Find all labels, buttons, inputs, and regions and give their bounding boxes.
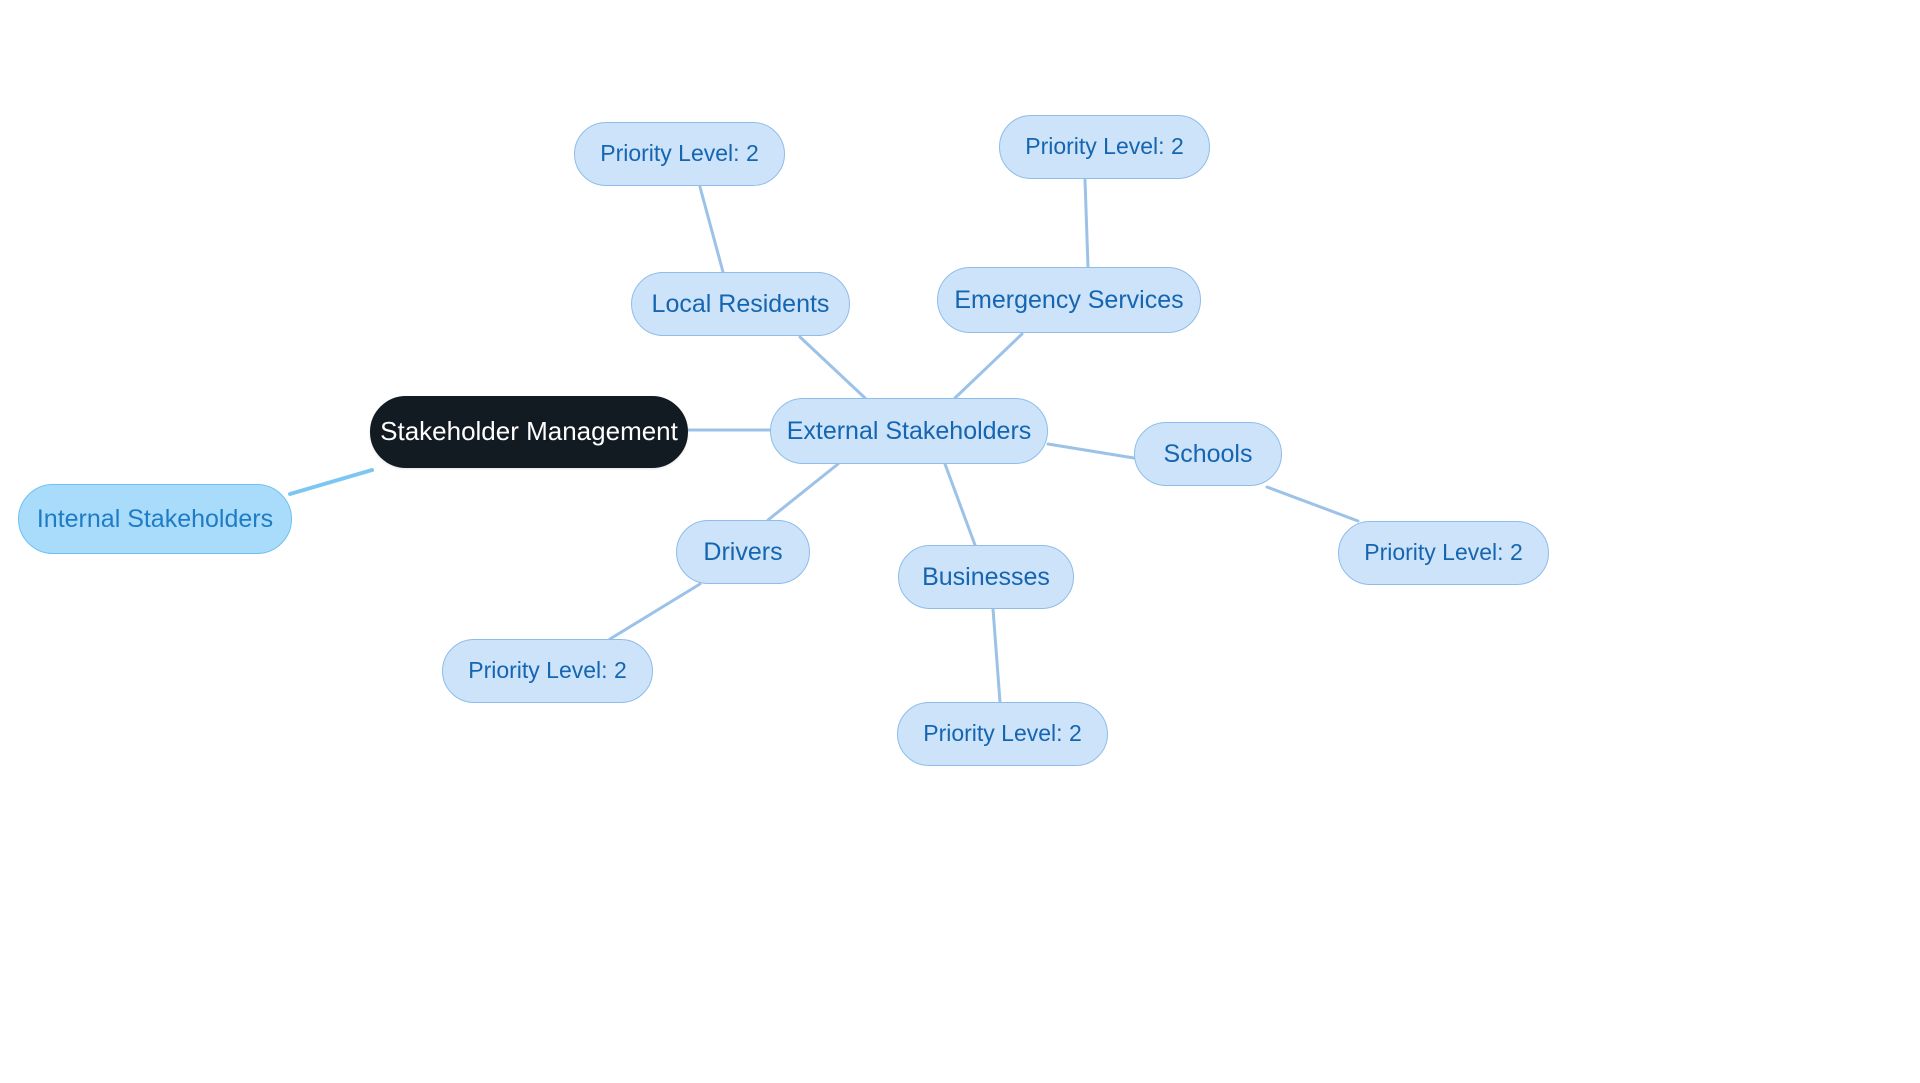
edge-external-to-local-residents (798, 335, 867, 400)
mindmap-node-local-residents[interactable]: Local Residents (631, 272, 850, 336)
mindmap-node-label-businesses: Businesses (922, 563, 1050, 591)
mindmap-node-emergency-services-priority[interactable]: Priority Level: 2 (999, 115, 1210, 179)
mindmap-node-businesses-priority[interactable]: Priority Level: 2 (897, 702, 1108, 766)
mindmap-node-local-residents-priority[interactable]: Priority Level: 2 (574, 122, 785, 186)
mindmap-node-root[interactable]: Stakeholder Management (370, 396, 688, 468)
mindmap-node-drivers-priority[interactable]: Priority Level: 2 (442, 639, 653, 703)
edge-emergency-services-to-emergency-services-priority (1083, 178, 1090, 269)
edge-external-to-emergency-services (953, 332, 1024, 400)
mindmap-node-label-local-residents-priority: Priority Level: 2 (600, 140, 759, 167)
edge-local-residents-to-local-residents-priority (698, 185, 725, 274)
mindmap-node-businesses[interactable]: Businesses (898, 545, 1074, 609)
mindmap-node-label-root: Stakeholder Management (380, 416, 678, 447)
mindmap-node-internal[interactable]: Internal Stakeholders (18, 484, 292, 554)
edge-businesses-to-businesses-priority (991, 607, 1002, 704)
mindmap-node-label-schools: Schools (1163, 440, 1253, 468)
mindmap-node-label-internal: Internal Stakeholders (36, 505, 274, 533)
mindmap-node-label-local-residents: Local Residents (651, 290, 830, 318)
edge-root-to-internal (288, 468, 374, 496)
mindmap-node-label-emergency-services-priority: Priority Level: 2 (1025, 133, 1184, 160)
mindmap-node-label-schools-priority: Priority Level: 2 (1364, 539, 1523, 566)
edge-schools-to-schools-priority (1265, 485, 1360, 523)
edge-external-to-schools (1046, 442, 1136, 460)
edge-layer (288, 178, 1360, 704)
mindmap-node-label-emergency-services: Emergency Services (954, 286, 1184, 314)
mindmap-node-label-external: External Stakeholders (786, 417, 1032, 445)
edge-external-to-businesses (943, 462, 977, 547)
mindmap-node-external[interactable]: External Stakeholders (770, 398, 1048, 464)
mindmap-node-label-drivers-priority: Priority Level: 2 (468, 657, 627, 684)
mindmap-node-label-businesses-priority: Priority Level: 2 (923, 720, 1082, 747)
mindmap-node-emergency-services[interactable]: Emergency Services (937, 267, 1201, 333)
mindmap-node-schools[interactable]: Schools (1134, 422, 1282, 486)
edge-drivers-to-drivers-priority (608, 582, 702, 641)
mindmap-node-drivers[interactable]: Drivers (676, 520, 810, 584)
mindmap-canvas: Stakeholder Management Internal Stakehold… (0, 0, 1920, 1083)
mindmap-node-label-drivers: Drivers (703, 538, 783, 566)
edge-external-to-drivers (766, 462, 840, 522)
mindmap-node-schools-priority[interactable]: Priority Level: 2 (1338, 521, 1549, 585)
